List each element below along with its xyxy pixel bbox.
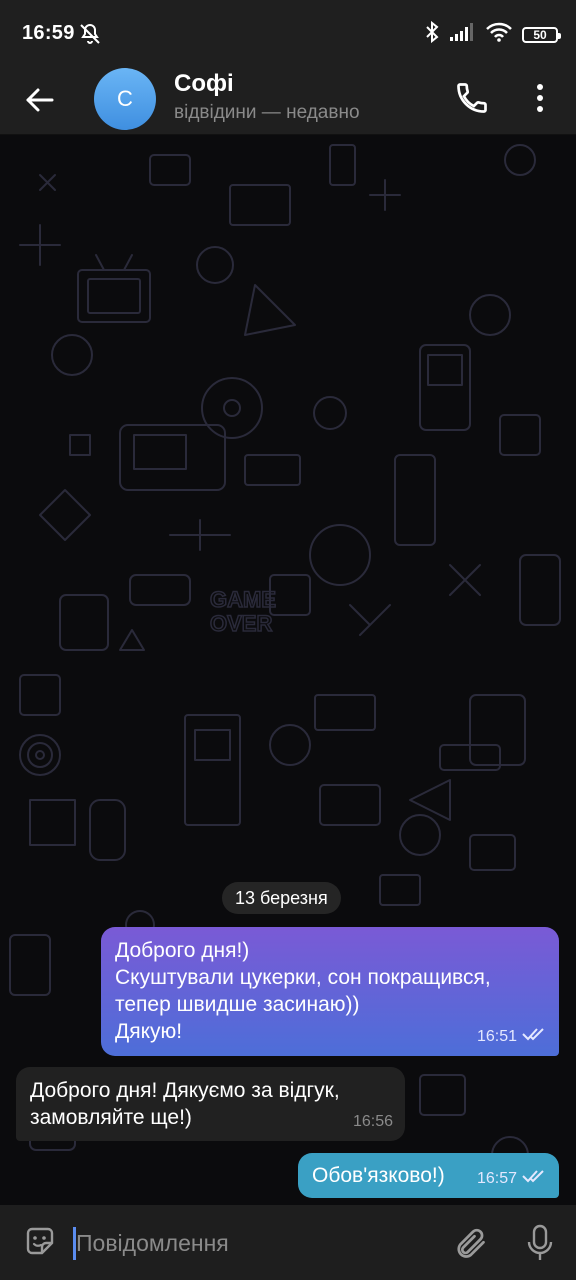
message-text-line: замовляйте ще!)	[30, 1106, 192, 1129]
message-text-line: тепер швидше засинаю))	[115, 993, 360, 1016]
chat-header: С Софі відвідини — недавно	[0, 68, 576, 135]
message-meta: 16:57	[477, 1165, 547, 1192]
status-time: 16:59	[22, 22, 75, 44]
battery-level: 50	[533, 27, 547, 42]
message-text-line: Доброго дня!)	[115, 939, 250, 962]
message-text-line: Доброго дня! Дякуємо за відгук,	[30, 1079, 340, 1102]
message-time: 16:57	[476, 1170, 517, 1187]
incoming-message[interactable]: Доброго дня! Дякуємо за відгук, замовляй…	[16, 1067, 405, 1141]
microphone-icon[interactable]	[524, 1223, 556, 1263]
wifi-icon	[486, 22, 512, 47]
message-input[interactable]	[76, 1225, 416, 1261]
chat-screen: 16:59 50 С Софі відвідини — недавно GAME…	[0, 0, 576, 1280]
contact-name[interactable]: Софі	[174, 70, 234, 98]
message-composer	[0, 1205, 576, 1280]
date-label: 13 березня	[235, 887, 328, 908]
emoji-sticker-icon[interactable]	[22, 1223, 58, 1259]
double-check-icon	[521, 1023, 547, 1050]
battery-icon: 50	[522, 26, 561, 43]
message-time: 16:51	[476, 1028, 517, 1045]
attach-icon[interactable]	[452, 1225, 488, 1261]
avatar[interactable]: С	[94, 68, 156, 130]
message-list[interactable]: GAME OVER 13 березня Доброго дня!) Скушт…	[0, 135, 576, 1205]
status-icons: 50	[424, 20, 561, 49]
double-check-icon	[521, 1165, 547, 1192]
outgoing-message[interactable]: Обов'язково!) 16:57	[298, 1153, 559, 1198]
message-meta: 16:51	[477, 1023, 547, 1050]
mute-icon	[78, 22, 102, 51]
more-vertical-icon[interactable]	[526, 80, 554, 116]
svg-text:OVER: OVER	[210, 611, 272, 636]
message-time: 16:56	[352, 1113, 393, 1130]
signal-icon	[450, 23, 476, 46]
bluetooth-icon	[424, 20, 440, 49]
avatar-letter: С	[117, 86, 133, 111]
back-arrow-icon[interactable]	[22, 82, 58, 118]
status-bar: 16:59 50	[0, 0, 576, 68]
svg-text:GAME: GAME	[210, 587, 276, 612]
outgoing-message[interactable]: Доброго дня!) Скуштували цукерки, сон по…	[101, 927, 559, 1056]
message-meta: 16:56	[353, 1108, 393, 1135]
date-separator: 13 березня	[222, 882, 341, 914]
contact-status: відвідини — недавно	[174, 102, 360, 123]
message-text-line: Скуштували цукерки, сон покращився,	[115, 966, 491, 989]
phone-icon[interactable]	[454, 80, 490, 116]
